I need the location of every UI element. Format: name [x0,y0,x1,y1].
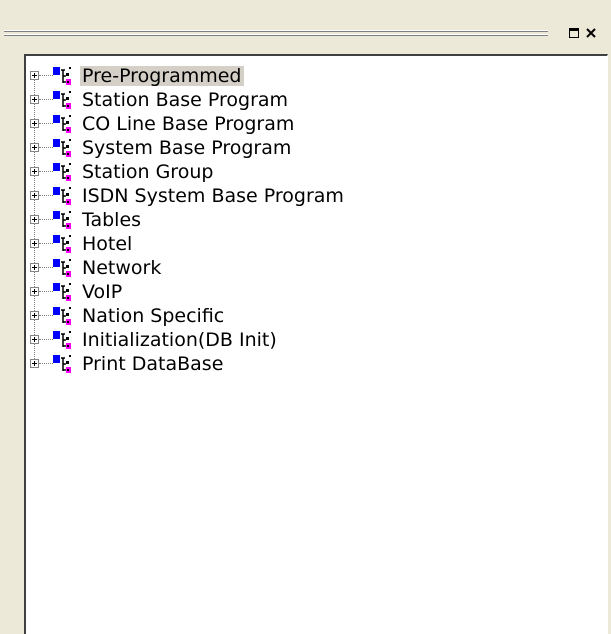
tree-item[interactable]: Station Base Program [26,88,607,119]
tree-item[interactable]: Station Group [26,160,607,191]
plus-expand-icon[interactable] [30,167,39,176]
plus-expand-icon[interactable] [30,359,39,368]
tree-item-label: Nation Specific [82,305,225,327]
plus-expand-icon[interactable] [30,95,39,104]
program-tree-pane[interactable]: Pre-Programmed Station Base Program CO Lin… [24,54,608,634]
tree-item-label: Print DataBase [82,353,224,375]
program-tree-icon [53,355,71,373]
plus-expand-icon[interactable] [30,71,39,80]
program-tree-icon [53,139,71,157]
plus-expand-icon[interactable] [30,311,39,320]
tree-item[interactable]: Nation Specific [26,304,607,335]
close-x-icon [586,28,596,38]
tree-item[interactable]: Tables [26,208,607,239]
tree-item-label: System Base Program [82,137,292,159]
program-tree-icon [53,283,71,301]
program-tree-icon [53,187,71,205]
tree-item-label: Hotel [82,233,133,255]
tree-item[interactable]: CO Line Base Program [26,112,607,143]
plus-expand-icon[interactable] [30,239,39,248]
plus-expand-icon[interactable] [30,143,39,152]
tree-item[interactable]: Initialization(DB Init) [26,328,607,359]
tree-item-label: Station Base Program [82,89,289,111]
tree-item[interactable]: Print DataBase [26,352,607,376]
plus-expand-icon[interactable] [30,335,39,344]
program-tree-icon [53,67,71,85]
program-tree-icon [53,307,71,325]
tree-item[interactable]: Network [26,256,607,287]
maximize-button[interactable] [567,26,581,40]
docking-title-bar[interactable] [0,0,611,52]
tree-item-label: CO Line Base Program [82,113,295,135]
tree-item[interactable]: Hotel [26,232,607,263]
plus-expand-icon[interactable] [30,191,39,200]
program-tree-icon [53,163,71,181]
program-tree-icon [53,211,71,229]
plus-expand-icon[interactable] [30,287,39,296]
close-button[interactable] [584,26,598,40]
tree-item[interactable]: Pre-Programmed [26,64,607,95]
program-tree-icon [53,91,71,109]
plus-expand-icon[interactable] [30,119,39,128]
tree-item-label: Station Group [82,161,214,183]
title-grip[interactable] [4,30,548,37]
tree-item[interactable]: VoIP [26,280,607,311]
program-tree-icon [53,331,71,349]
program-tree-icon [53,259,71,277]
tree-item-label: ISDN System Base Program [82,185,344,207]
restore-box-icon [569,28,579,38]
tree-item[interactable]: System Base Program [26,136,607,167]
program-tree-icon [53,115,71,133]
tree-item-label: Initialization(DB Init) [82,329,277,351]
tree-item-label: Pre-Programmed [80,65,244,87]
program-tree[interactable]: Pre-Programmed Station Base Program CO Lin… [26,64,607,376]
plus-expand-icon[interactable] [30,215,39,224]
tree-item-label: Network [82,257,162,279]
tree-item-label: Tables [82,209,142,231]
plus-expand-icon[interactable] [30,263,39,272]
tree-item-label: VoIP [82,281,123,303]
tree-item[interactable]: ISDN System Base Program [26,184,607,215]
program-tree-icon [53,235,71,253]
